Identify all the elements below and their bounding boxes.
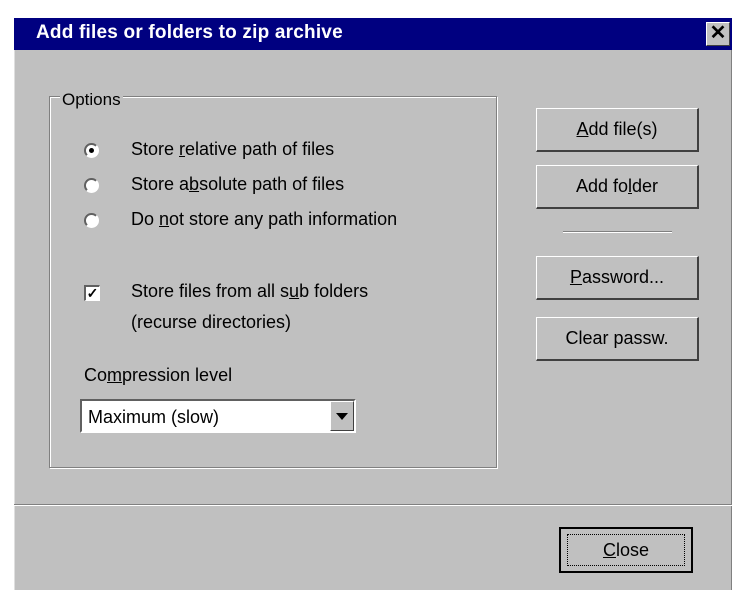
password-button[interactable]: Password... bbox=[536, 256, 699, 300]
add-files-button[interactable]: Add file(s) bbox=[536, 108, 699, 152]
radio-selected-dot bbox=[89, 148, 94, 153]
radio-no-path[interactable] bbox=[84, 213, 99, 228]
focus-rect bbox=[567, 534, 685, 566]
subfolders-checkbox[interactable]: ✓ bbox=[84, 285, 100, 301]
radio-relative-path-label[interactable]: Store relative path of files bbox=[131, 139, 334, 160]
compression-level-label: Compression level bbox=[84, 365, 233, 385]
compression-level-value: Maximum (slow) bbox=[88, 407, 220, 427]
add-folder-button[interactable]: Add folder bbox=[536, 165, 699, 209]
radio-absolute-path-label[interactable]: Store absolute path of files bbox=[131, 174, 344, 195]
options-group-label: Options bbox=[60, 90, 123, 110]
compression-level-select[interactable]: Maximum (slow) bbox=[80, 399, 356, 433]
close-window-icon[interactable]: ✕ bbox=[706, 22, 730, 46]
radio-relative-path[interactable] bbox=[84, 143, 99, 158]
subfolders-checkbox-sublabel: (recurse directories) bbox=[131, 312, 292, 332]
subfolders-checkbox-label[interactable]: Store files from all sub folders bbox=[131, 281, 368, 302]
radio-no-path-label[interactable]: Do not store any path information bbox=[131, 209, 397, 230]
clear-password-button[interactable]: Clear passw. bbox=[536, 317, 699, 361]
close-button[interactable]: Close bbox=[559, 527, 693, 573]
dropdown-arrow-icon[interactable] bbox=[330, 401, 354, 431]
button-separator bbox=[563, 231, 672, 233]
title-bar[interactable]: Add files or folders to zip archive ✕ bbox=[14, 18, 732, 50]
add-to-zip-dialog: Add files or folders to zip archive ✕ Op… bbox=[14, 18, 732, 590]
radio-absolute-path[interactable] bbox=[84, 178, 99, 193]
footer-separator bbox=[14, 504, 732, 506]
dialog-title: Add files or folders to zip archive bbox=[36, 22, 343, 43]
